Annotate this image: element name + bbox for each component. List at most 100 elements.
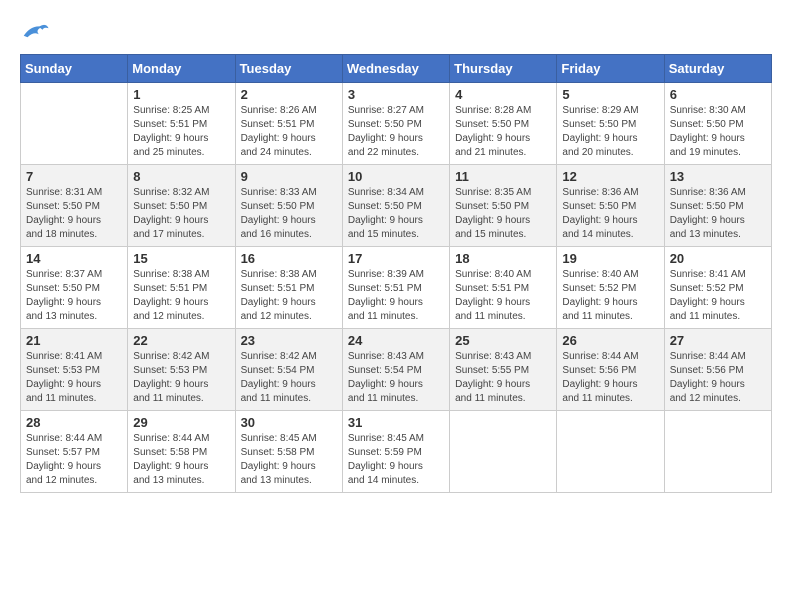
calendar-cell: 17 Sunrise: 8:39 AMSunset: 5:51 PMDayligh… <box>342 247 449 329</box>
calendar-cell: 8 Sunrise: 8:32 AMSunset: 5:50 PMDaylight… <box>128 165 235 247</box>
cell-info: Sunrise: 8:36 AMSunset: 5:50 PMDaylight:… <box>562 186 658 242</box>
page-header <box>20 20 772 44</box>
logo-icon <box>20 20 50 44</box>
cell-info: Sunrise: 8:32 AMSunset: 5:50 PMDaylight:… <box>133 186 229 242</box>
cell-info: Sunrise: 8:44 AMSunset: 5:57 PMDaylight:… <box>26 432 122 488</box>
day-number: 16 <box>241 251 337 266</box>
day-number: 19 <box>562 251 658 266</box>
calendar-cell: 20Sunrise: 8:41 AMSunset: 5:52 PMDayligh… <box>664 247 771 329</box>
calendar: SundayMondayTuesdayWednesdayThursdayFrid… <box>20 54 772 493</box>
calendar-cell: 7Sunrise: 8:31 AMSunset: 5:50 PMDaylight… <box>21 165 128 247</box>
calendar-cell: 14 Sunrise: 8:37 AMSunset: 5:50 PMDayligh… <box>21 247 128 329</box>
day-number: 30 <box>241 415 337 430</box>
cell-info: Sunrise: 8:38 AMSunset: 5:51 PMDaylight:… <box>133 268 229 324</box>
day-number: 13 <box>670 169 766 184</box>
calendar-cell: 10Sunrise: 8:34 AMSunset: 5:50 PMDayligh… <box>342 165 449 247</box>
day-number: 5 <box>562 87 658 102</box>
cell-info: Sunrise: 8:26 AMSunset: 5:51 PMDaylight:… <box>241 104 337 160</box>
calendar-week-1: 7Sunrise: 8:31 AMSunset: 5:50 PMDaylight… <box>21 165 772 247</box>
cell-info: Sunrise: 8:40 AMSunset: 5:51 PMDaylight:… <box>455 268 551 324</box>
day-number: 8 <box>133 169 229 184</box>
calendar-cell: 11 Sunrise: 8:35 AMSunset: 5:50 PMDayligh… <box>450 165 557 247</box>
calendar-cell: 22 Sunrise: 8:42 AMSunset: 5:53 PMDayligh… <box>128 329 235 411</box>
logo <box>20 20 54 44</box>
day-number: 1 <box>133 87 229 102</box>
cell-info: Sunrise: 8:34 AMSunset: 5:50 PMDaylight:… <box>348 186 444 242</box>
cell-info: Sunrise: 8:40 AMSunset: 5:52 PMDaylight:… <box>562 268 658 324</box>
cell-info: Sunrise: 8:36 AMSunset: 5:50 PMDaylight:… <box>670 186 766 242</box>
calendar-cell: 19 Sunrise: 8:40 AMSunset: 5:52 PMDayligh… <box>557 247 664 329</box>
day-number: 14 <box>26 251 122 266</box>
cell-info: Sunrise: 8:41 AMSunset: 5:52 PMDaylight:… <box>670 268 766 324</box>
cell-info: Sunrise: 8:41 AMSunset: 5:53 PMDaylight:… <box>26 350 122 406</box>
day-number: 23 <box>241 333 337 348</box>
calendar-cell: 31 Sunrise: 8:45 AMSunset: 5:59 PMDayligh… <box>342 411 449 493</box>
calendar-cell <box>21 83 128 165</box>
cell-info: Sunrise: 8:37 AMSunset: 5:50 PMDaylight:… <box>26 268 122 324</box>
day-number: 3 <box>348 87 444 102</box>
cell-info: Sunrise: 8:44 AMSunset: 5:58 PMDaylight:… <box>133 432 229 488</box>
cell-info: Sunrise: 8:39 AMSunset: 5:51 PMDaylight:… <box>348 268 444 324</box>
calendar-header-row: SundayMondayTuesdayWednesdayThursdayFrid… <box>21 55 772 83</box>
day-number: 27 <box>670 333 766 348</box>
header-thursday: Thursday <box>450 55 557 83</box>
calendar-cell: 12 Sunrise: 8:36 AMSunset: 5:50 PMDayligh… <box>557 165 664 247</box>
calendar-cell: 27 Sunrise: 8:44 AMSunset: 5:56 PMDayligh… <box>664 329 771 411</box>
header-wednesday: Wednesday <box>342 55 449 83</box>
calendar-cell: 1 Sunrise: 8:25 AMSunset: 5:51 PMDaylight… <box>128 83 235 165</box>
day-number: 12 <box>562 169 658 184</box>
day-number: 9 <box>241 169 337 184</box>
cell-info: Sunrise: 8:45 AMSunset: 5:59 PMDaylight:… <box>348 432 444 488</box>
calendar-week-4: 28Sunrise: 8:44 AMSunset: 5:57 PMDayligh… <box>21 411 772 493</box>
day-number: 22 <box>133 333 229 348</box>
cell-info: Sunrise: 8:27 AMSunset: 5:50 PMDaylight:… <box>348 104 444 160</box>
calendar-cell: 5 Sunrise: 8:29 AMSunset: 5:50 PMDaylight… <box>557 83 664 165</box>
cell-info: Sunrise: 8:44 AMSunset: 5:56 PMDaylight:… <box>562 350 658 406</box>
calendar-cell: 26Sunrise: 8:44 AMSunset: 5:56 PMDayligh… <box>557 329 664 411</box>
cell-info: Sunrise: 8:44 AMSunset: 5:56 PMDaylight:… <box>670 350 766 406</box>
header-saturday: Saturday <box>664 55 771 83</box>
cell-info: Sunrise: 8:25 AMSunset: 5:51 PMDaylight:… <box>133 104 229 160</box>
cell-info: Sunrise: 8:29 AMSunset: 5:50 PMDaylight:… <box>562 104 658 160</box>
calendar-cell: 9 Sunrise: 8:33 AMSunset: 5:50 PMDaylight… <box>235 165 342 247</box>
header-tuesday: Tuesday <box>235 55 342 83</box>
header-monday: Monday <box>128 55 235 83</box>
day-number: 25 <box>455 333 551 348</box>
day-number: 17 <box>348 251 444 266</box>
cell-info: Sunrise: 8:33 AMSunset: 5:50 PMDaylight:… <box>241 186 337 242</box>
header-friday: Friday <box>557 55 664 83</box>
calendar-week-3: 21 Sunrise: 8:41 AMSunset: 5:53 PMDayligh… <box>21 329 772 411</box>
day-number: 4 <box>455 87 551 102</box>
day-number: 18 <box>455 251 551 266</box>
calendar-cell: 29 Sunrise: 8:44 AMSunset: 5:58 PMDayligh… <box>128 411 235 493</box>
calendar-week-2: 14 Sunrise: 8:37 AMSunset: 5:50 PMDayligh… <box>21 247 772 329</box>
day-number: 7 <box>26 169 122 184</box>
cell-info: Sunrise: 8:38 AMSunset: 5:51 PMDaylight:… <box>241 268 337 324</box>
calendar-cell: 24Sunrise: 8:43 AMSunset: 5:54 PMDayligh… <box>342 329 449 411</box>
calendar-cell <box>664 411 771 493</box>
calendar-cell: 18 Sunrise: 8:40 AMSunset: 5:51 PMDayligh… <box>450 247 557 329</box>
calendar-week-0: 1 Sunrise: 8:25 AMSunset: 5:51 PMDaylight… <box>21 83 772 165</box>
cell-info: Sunrise: 8:42 AMSunset: 5:53 PMDaylight:… <box>133 350 229 406</box>
calendar-cell: 25 Sunrise: 8:43 AMSunset: 5:55 PMDayligh… <box>450 329 557 411</box>
day-number: 21 <box>26 333 122 348</box>
calendar-cell: 30Sunrise: 8:45 AMSunset: 5:58 PMDayligh… <box>235 411 342 493</box>
calendar-cell: 13 Sunrise: 8:36 AMSunset: 5:50 PMDayligh… <box>664 165 771 247</box>
day-number: 11 <box>455 169 551 184</box>
calendar-cell: 21 Sunrise: 8:41 AMSunset: 5:53 PMDayligh… <box>21 329 128 411</box>
cell-info: Sunrise: 8:30 AMSunset: 5:50 PMDaylight:… <box>670 104 766 160</box>
cell-info: Sunrise: 8:35 AMSunset: 5:50 PMDaylight:… <box>455 186 551 242</box>
calendar-cell: 28Sunrise: 8:44 AMSunset: 5:57 PMDayligh… <box>21 411 128 493</box>
day-number: 29 <box>133 415 229 430</box>
day-number: 2 <box>241 87 337 102</box>
calendar-cell: 3 Sunrise: 8:27 AMSunset: 5:50 PMDaylight… <box>342 83 449 165</box>
calendar-cell: 6Sunrise: 8:30 AMSunset: 5:50 PMDaylight… <box>664 83 771 165</box>
cell-info: Sunrise: 8:42 AMSunset: 5:54 PMDaylight:… <box>241 350 337 406</box>
calendar-cell: 15 Sunrise: 8:38 AMSunset: 5:51 PMDayligh… <box>128 247 235 329</box>
cell-info: Sunrise: 8:28 AMSunset: 5:50 PMDaylight:… <box>455 104 551 160</box>
cell-info: Sunrise: 8:43 AMSunset: 5:54 PMDaylight:… <box>348 350 444 406</box>
cell-info: Sunrise: 8:43 AMSunset: 5:55 PMDaylight:… <box>455 350 551 406</box>
day-number: 31 <box>348 415 444 430</box>
header-sunday: Sunday <box>21 55 128 83</box>
day-number: 15 <box>133 251 229 266</box>
